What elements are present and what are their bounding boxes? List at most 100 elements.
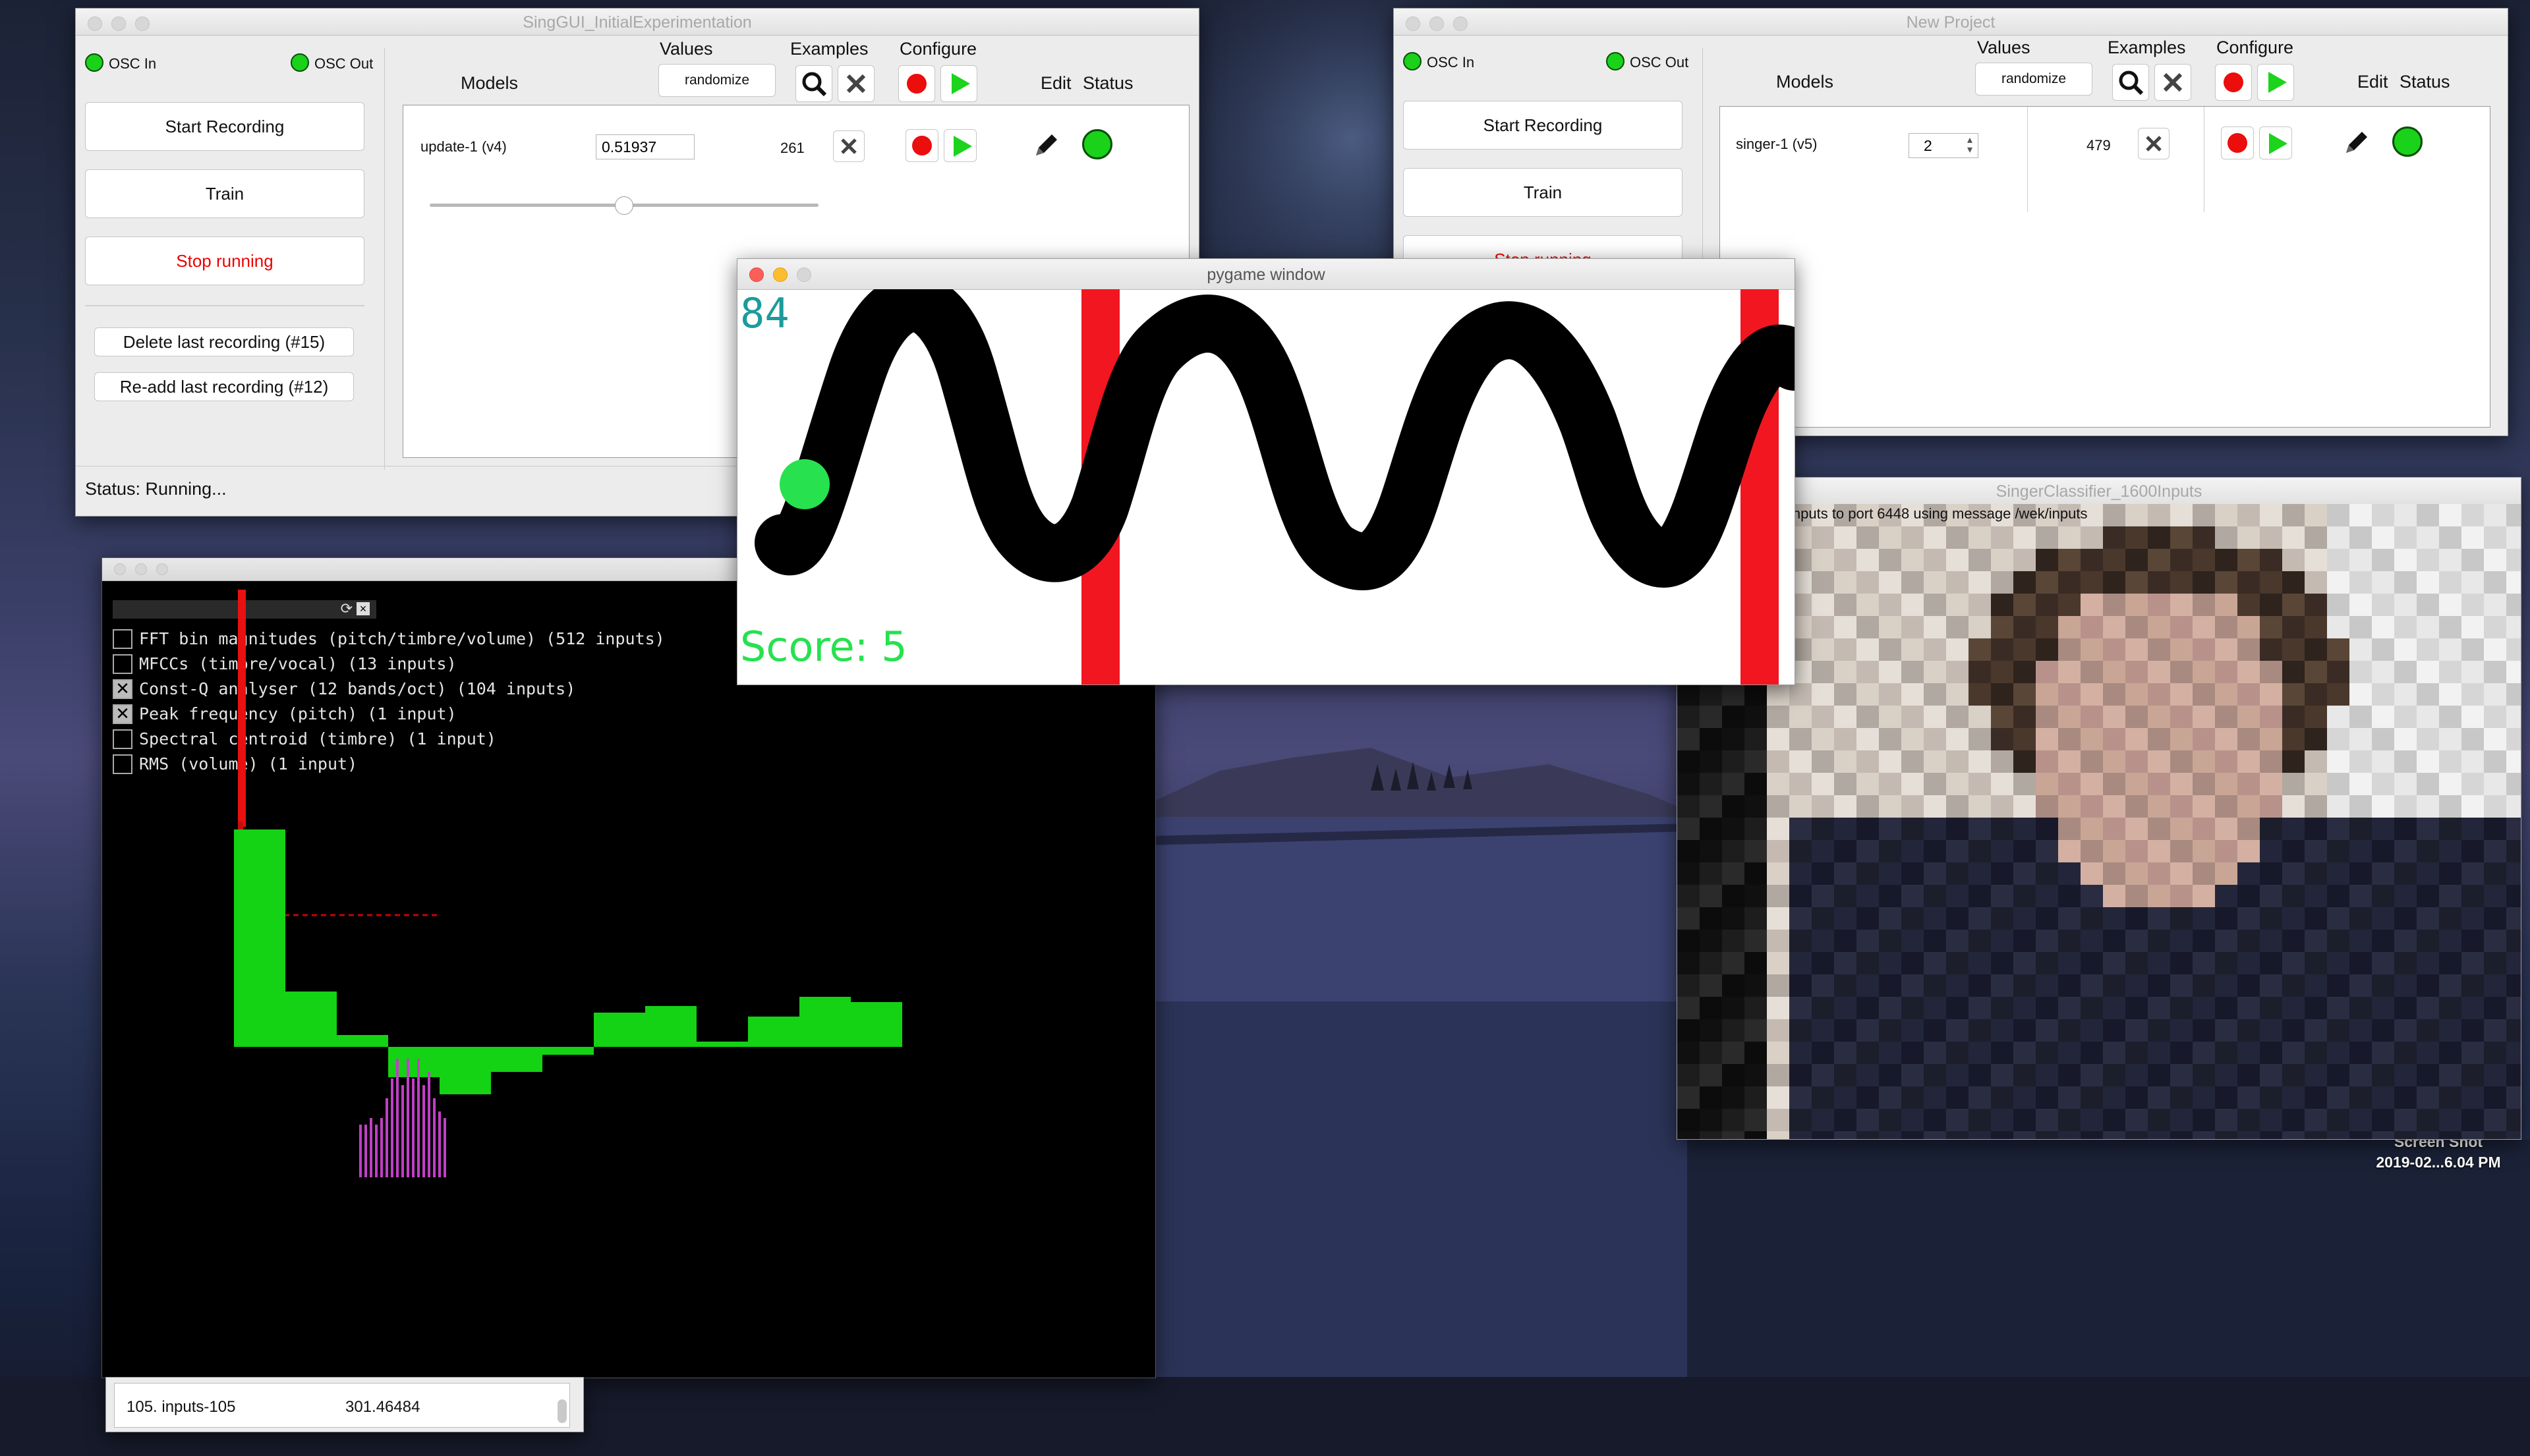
webcam-pixel bbox=[2484, 1064, 2506, 1086]
webcam-pixel bbox=[1879, 1131, 1901, 1139]
webcam-pixel bbox=[1856, 1042, 1879, 1064]
webcam-pixel bbox=[1812, 706, 1834, 728]
webcam-pixel bbox=[2417, 728, 2439, 750]
webcam-pixel bbox=[2081, 571, 2103, 594]
webcam-pixel bbox=[2215, 885, 2237, 907]
model-value-stepper[interactable]: 2 ▴ ▾ bbox=[1909, 133, 1978, 158]
webcam-pixel bbox=[2215, 661, 2237, 683]
webcam-pixel bbox=[1856, 930, 1879, 952]
webcam-pixel bbox=[2349, 616, 2372, 638]
webcam-pixel bbox=[1834, 952, 1856, 974]
delete-examples-button[interactable] bbox=[838, 65, 875, 102]
webcam-pixel bbox=[2372, 907, 2394, 930]
webcam-pixel bbox=[2036, 1131, 2058, 1139]
webcam-pixel bbox=[2215, 594, 2237, 616]
webcam-pixel bbox=[2439, 907, 2461, 930]
randomize-button[interactable]: randomize bbox=[658, 64, 776, 97]
window-titlebar[interactable]: pygame window bbox=[737, 259, 1795, 290]
webcam-pixel bbox=[1879, 1019, 1901, 1042]
model-value-field[interactable]: 0.51937 bbox=[596, 134, 695, 159]
webcam-pixel bbox=[2484, 706, 2506, 728]
webcam-pixel bbox=[1767, 930, 1789, 952]
train-button[interactable]: Train bbox=[85, 169, 364, 218]
webcam-pixel bbox=[1700, 974, 1722, 997]
webcam-pixel bbox=[1991, 728, 2013, 750]
webcam-pixel bbox=[1834, 1086, 1856, 1109]
webcam-pixel bbox=[1901, 907, 1924, 930]
webcam-pixel bbox=[1767, 974, 1789, 997]
webcam-pixel bbox=[2125, 997, 2148, 1019]
run-all-button[interactable] bbox=[940, 65, 977, 102]
randomize-button[interactable]: randomize bbox=[1975, 63, 2092, 96]
close-icon bbox=[841, 138, 857, 154]
explore-examples-button[interactable] bbox=[2112, 64, 2149, 101]
webcam-pixel bbox=[2349, 661, 2372, 683]
webcam-pixel bbox=[2103, 661, 2125, 683]
delete-model-examples-button[interactable] bbox=[833, 130, 865, 162]
delete-last-recording-button[interactable]: Delete last recording (#15) bbox=[94, 327, 354, 356]
webcam-pixel bbox=[1991, 885, 2013, 907]
webcam-pixel bbox=[2484, 885, 2506, 907]
webcam-pixel bbox=[2103, 706, 2125, 728]
window-titlebar[interactable]: SingerClassifier_1600Inputs bbox=[1677, 478, 2521, 505]
webcam-pixel bbox=[2394, 773, 2417, 795]
webcam-pixel bbox=[1901, 795, 1924, 818]
webcam-pixel bbox=[1991, 571, 2013, 594]
webcam-pixel bbox=[2193, 571, 2215, 594]
webcam-pixel bbox=[1901, 661, 1924, 683]
webcam-pixel bbox=[2215, 818, 2237, 840]
webcam-pixel bbox=[1991, 930, 2013, 952]
webcam-pixel bbox=[1789, 840, 1812, 862]
window-titlebar[interactable]: New Project bbox=[1394, 9, 2508, 36]
webcam-pixel bbox=[2349, 773, 2372, 795]
edit-model-button[interactable] bbox=[2340, 126, 2372, 159]
webcam-pixel bbox=[2036, 818, 2058, 840]
model-run-toggle[interactable] bbox=[2259, 126, 2292, 159]
record-all-button[interactable] bbox=[898, 65, 935, 102]
webcam-pixel bbox=[1969, 661, 1991, 683]
stop-running-button[interactable]: Stop running bbox=[85, 237, 364, 285]
webcam-pixel bbox=[2327, 930, 2349, 952]
webcam-pixel bbox=[2193, 1086, 2215, 1109]
model-record-toggle[interactable] bbox=[906, 129, 938, 162]
model-run-toggle[interactable] bbox=[944, 129, 977, 162]
webcam-pixel bbox=[2372, 728, 2394, 750]
start-recording-button[interactable]: Start Recording bbox=[85, 102, 364, 151]
osc-out-indicator bbox=[291, 53, 309, 72]
webcam-pixel bbox=[1700, 795, 1722, 818]
delete-model-examples-button[interactable] bbox=[2138, 128, 2170, 159]
train-button[interactable]: Train bbox=[1403, 168, 1682, 217]
webcam-pixel bbox=[2193, 930, 2215, 952]
explore-examples-button[interactable] bbox=[795, 65, 832, 102]
record-all-button[interactable] bbox=[2215, 64, 2252, 101]
webcam-pixel bbox=[2260, 1086, 2282, 1109]
webcam-pixel bbox=[2215, 862, 2237, 885]
webcam-pixel bbox=[1722, 974, 1744, 997]
webcam-pixel bbox=[1789, 1019, 1812, 1042]
stepper-arrows-icon[interactable]: ▴ ▾ bbox=[1967, 135, 1972, 155]
webcam-pixel bbox=[2058, 1042, 2081, 1064]
webcam-pixel bbox=[1767, 952, 1789, 974]
webcam-pixel bbox=[1834, 1019, 1856, 1042]
webcam-pixel bbox=[1946, 1109, 1969, 1131]
window-titlebar[interactable]: SingGUI_InitialExperimentation bbox=[76, 9, 1199, 36]
start-recording-button[interactable]: Start Recording bbox=[1403, 101, 1682, 150]
webcam-pixel bbox=[2036, 795, 2058, 818]
osc-in-indicator bbox=[1403, 52, 1422, 70]
model-value-slider[interactable] bbox=[430, 195, 819, 215]
webcam-pixel bbox=[2327, 795, 2349, 818]
webcam-pixel bbox=[2170, 930, 2193, 952]
webcam-pixel bbox=[2305, 549, 2327, 571]
run-all-button[interactable] bbox=[2257, 64, 2294, 101]
webcam-pixel bbox=[2260, 728, 2282, 750]
webcam-pixel bbox=[2215, 706, 2237, 728]
delete-examples-button[interactable] bbox=[2154, 64, 2191, 101]
edit-model-button[interactable] bbox=[1029, 129, 1062, 162]
list-scrollbar[interactable] bbox=[558, 1399, 567, 1423]
readd-last-recording-button[interactable]: Re-add last recording (#12) bbox=[94, 372, 354, 401]
webcam-pixel bbox=[1924, 750, 1946, 773]
webcam-pixel bbox=[1677, 795, 1700, 818]
slider-thumb[interactable] bbox=[615, 196, 633, 215]
model-record-toggle[interactable] bbox=[2221, 126, 2254, 159]
webcam-pixel bbox=[1812, 1042, 1834, 1064]
